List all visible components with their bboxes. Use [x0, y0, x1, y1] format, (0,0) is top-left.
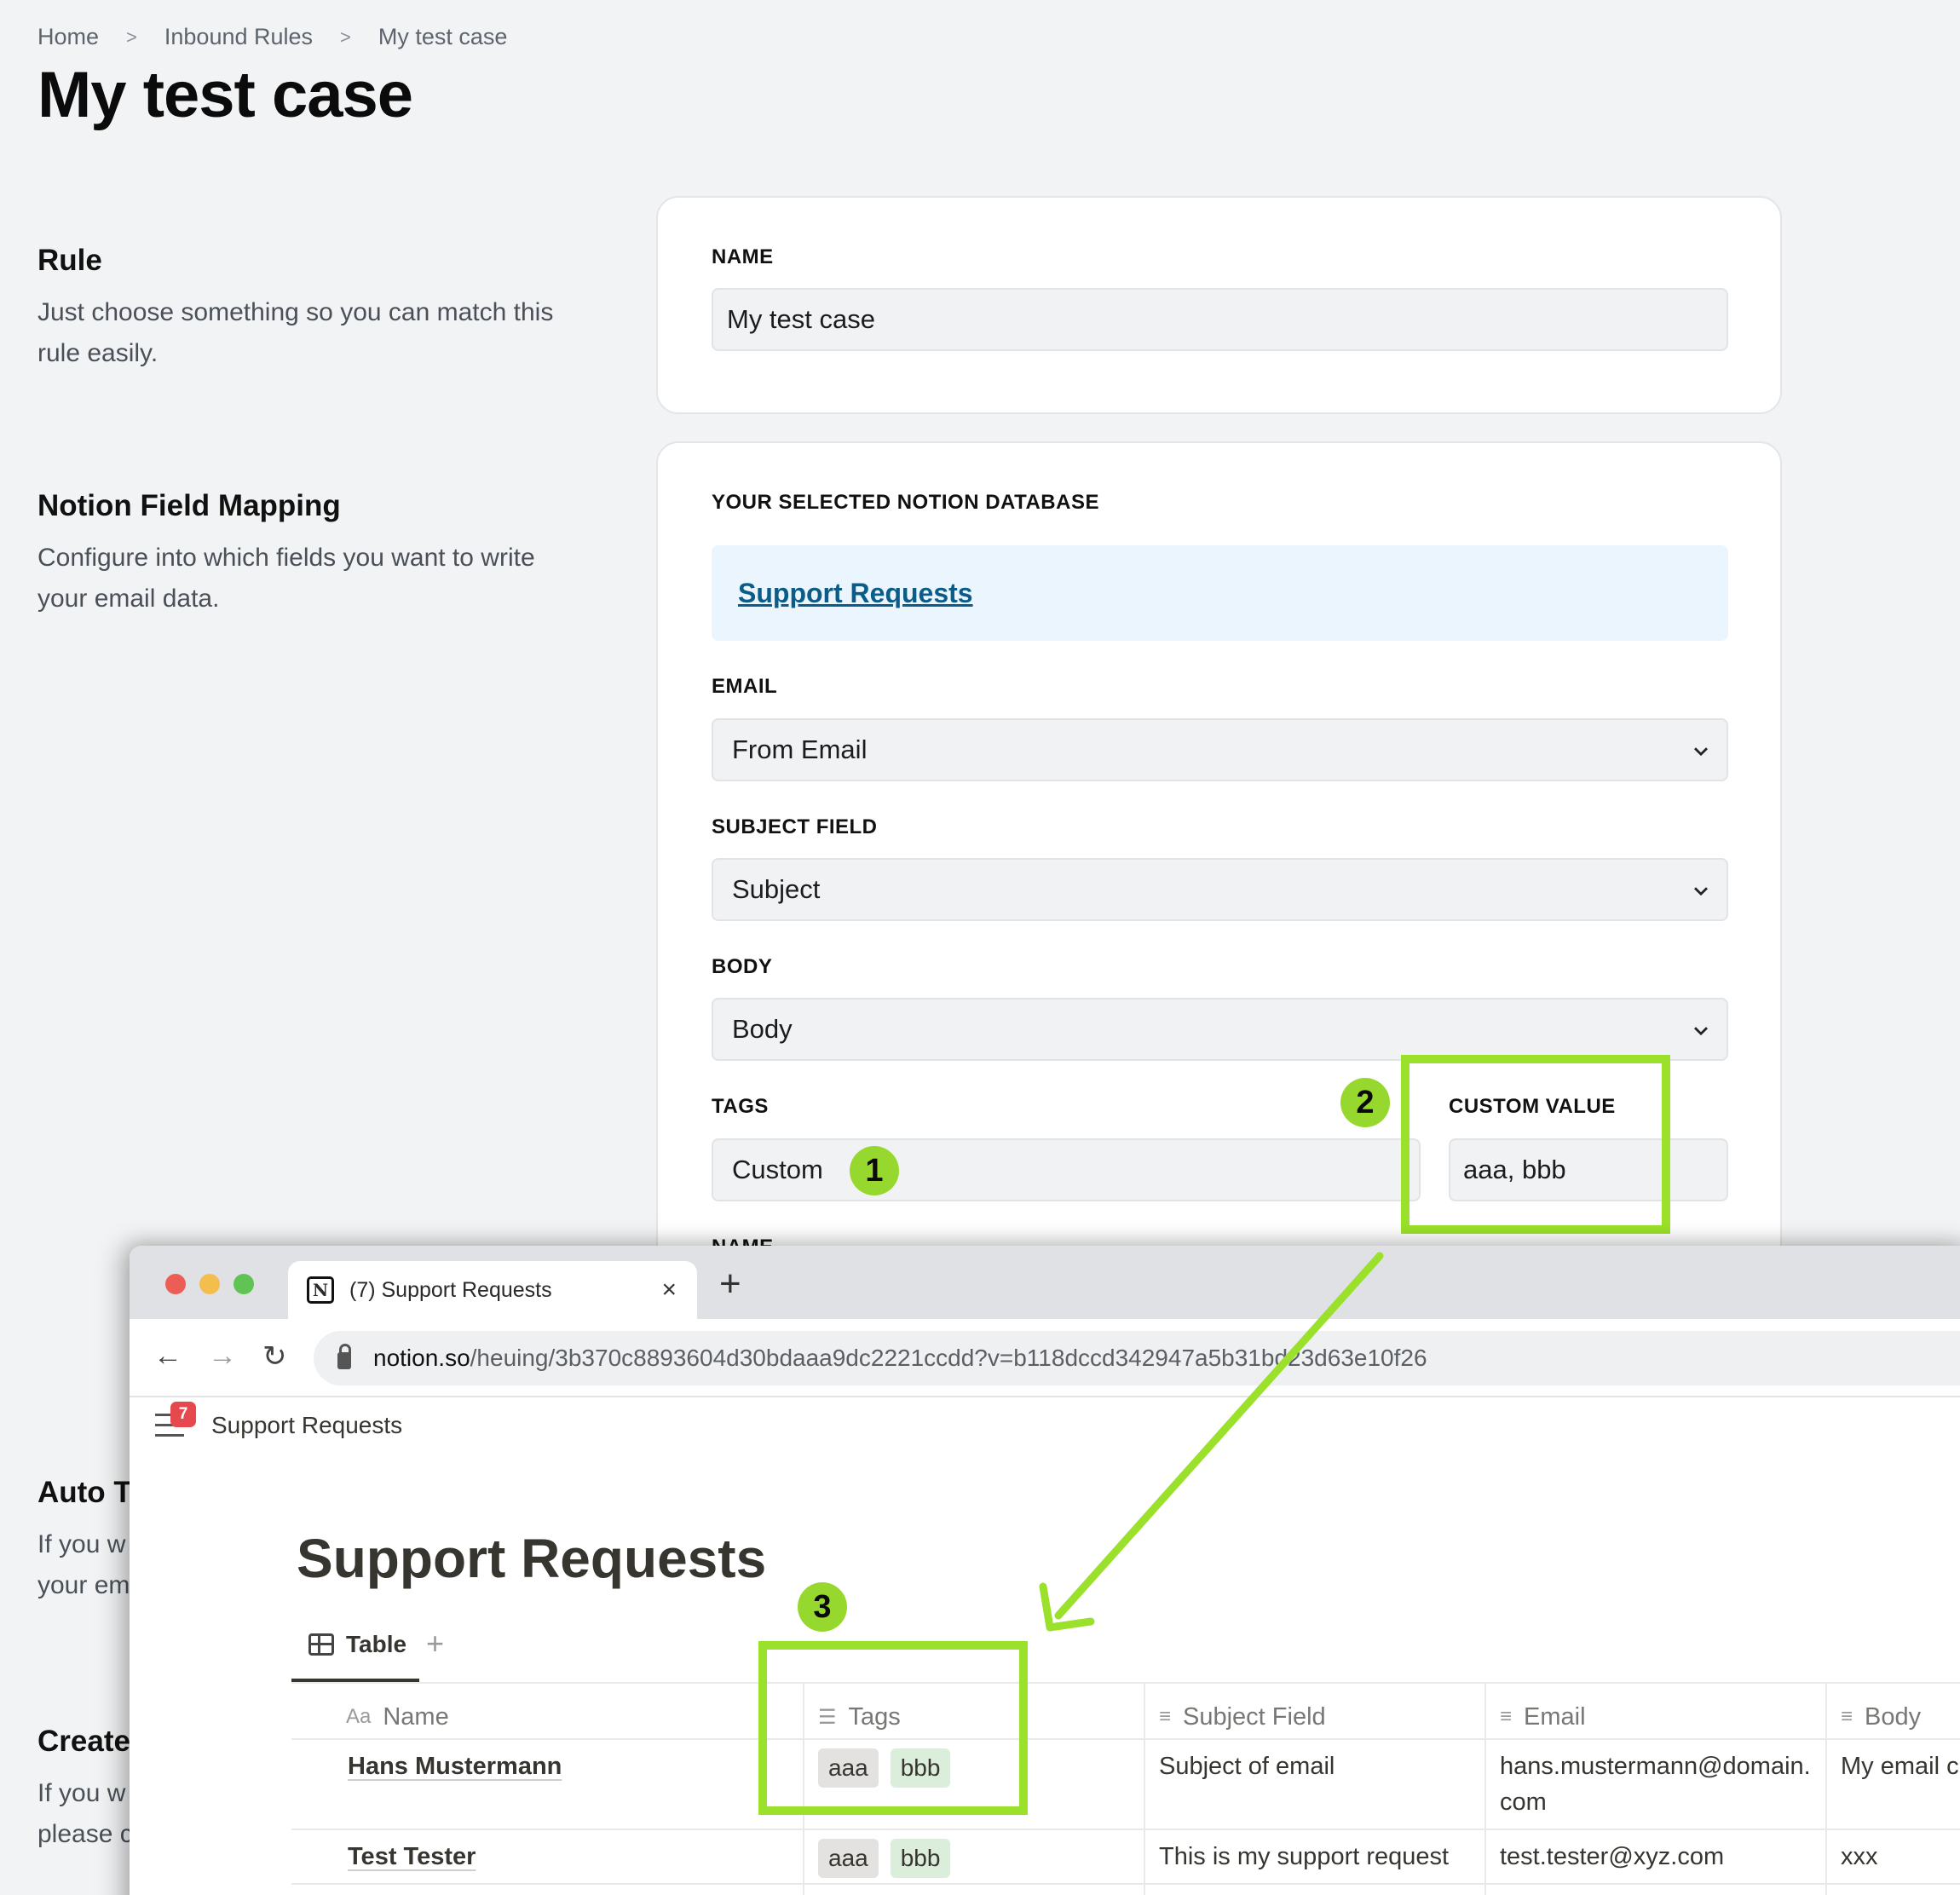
table-icon: [308, 1633, 334, 1656]
column-header-label: Subject Field: [1183, 1702, 1326, 1731]
lock-icon: [337, 1344, 351, 1369]
email-label: EMAIL: [712, 675, 778, 698]
browser-window: N (7) Support Requests × + ← → ↻ notion.…: [130, 1246, 1960, 1895]
name-label: NAME: [712, 245, 774, 268]
row-subject-cell[interactable]: Subject of email: [1159, 1748, 1335, 1784]
chevron-down-icon: [1694, 747, 1708, 757]
column-divider: [1144, 1684, 1145, 1895]
column-header-label: Name: [383, 1702, 449, 1731]
add-view-button[interactable]: +: [426, 1626, 444, 1662]
page-title: My test case: [37, 59, 413, 131]
row-divider: [291, 1883, 1960, 1885]
view-tab-table[interactable]: Table: [308, 1631, 406, 1658]
reload-icon[interactable]: ↻: [262, 1339, 287, 1374]
annotation-badge-2: 2: [1340, 1078, 1390, 1127]
email-select[interactable]: From Email: [712, 718, 1728, 781]
url-host: notion.so: [373, 1345, 470, 1371]
row-divider: [291, 1738, 1960, 1740]
browser-tab[interactable]: N (7) Support Requests ×: [288, 1261, 697, 1319]
column-header-email[interactable]: ≡ Email: [1500, 1696, 1586, 1738]
row-name-cell[interactable]: Test Tester: [348, 1839, 476, 1875]
text-lines-icon: ≡: [1159, 1705, 1172, 1728]
tags-label: TAGS: [712, 1095, 769, 1118]
auto-section-title: Auto T: [37, 1476, 132, 1509]
column-header-subject[interactable]: ≡ Subject Field: [1159, 1696, 1326, 1738]
notion-logo-icon: N: [307, 1276, 334, 1304]
rule-section-description: Just choose something so you can match t…: [37, 298, 554, 367]
column-header-label: Body: [1865, 1702, 1922, 1731]
body-select[interactable]: Body: [712, 998, 1728, 1061]
name-input[interactable]: My test case: [712, 288, 1728, 351]
tags-column-highlight: [758, 1641, 1028, 1815]
forward-icon[interactable]: →: [208, 1339, 237, 1373]
row-body-cell[interactable]: xxx: [1841, 1839, 1878, 1875]
column-divider: [1484, 1684, 1486, 1895]
column-header-body[interactable]: ≡ Body: [1841, 1696, 1921, 1738]
create-section-title: Create: [37, 1725, 130, 1758]
maximize-window-button[interactable]: [233, 1274, 254, 1294]
close-tab-icon[interactable]: ×: [661, 1276, 677, 1305]
chevron-right-icon: >: [126, 26, 137, 48]
browser-toolbar: ← → ↻ notion.so /heuing/3b370c8893604d30…: [130, 1319, 1960, 1397]
back-icon[interactable]: ←: [153, 1339, 182, 1373]
text-lines-icon: ≡: [1841, 1705, 1853, 1728]
chevron-right-icon: >: [340, 26, 351, 48]
annotation-badge-1: 1: [850, 1146, 899, 1195]
row-body-cell[interactable]: My email c: [1841, 1748, 1959, 1784]
custom-value-highlight: [1401, 1055, 1670, 1234]
annotation-badge-3: 3: [798, 1582, 847, 1632]
close-window-button[interactable]: [165, 1274, 186, 1294]
breadcrumb-current: My test case: [378, 24, 508, 49]
mapping-section-title: Notion Field Mapping: [37, 489, 341, 522]
row-divider: [291, 1829, 1960, 1830]
body-label: BODY: [712, 955, 773, 978]
chevron-down-icon: [1694, 887, 1708, 896]
text-property-icon: Aa: [346, 1705, 372, 1728]
minimize-window-button[interactable]: [199, 1274, 220, 1294]
mapping-section-description: Configure into which fields you want to …: [37, 544, 535, 613]
tag-chip: aaa: [818, 1839, 879, 1878]
table-divider: [291, 1682, 1960, 1684]
new-tab-button[interactable]: +: [719, 1263, 741, 1305]
db-label: YOUR SELECTED NOTION DATABASE: [712, 491, 1099, 514]
db-box: Support Requests: [712, 545, 1728, 641]
text-lines-icon: ≡: [1500, 1705, 1513, 1728]
tab-bar: N (7) Support Requests × +: [130, 1246, 1960, 1319]
row-email-cell-line1[interactable]: hans.mustermann@domain.: [1500, 1748, 1811, 1784]
row-subject-cell[interactable]: This is my support request: [1159, 1839, 1449, 1875]
tag-chip: bbb: [890, 1839, 951, 1878]
notion-page-title: Support Requests: [297, 1528, 767, 1589]
notion-topbar: 7 Support Requests: [155, 1402, 402, 1439]
view-tab-label: Table: [346, 1631, 407, 1657]
row-tags-cell[interactable]: aaa bbb: [818, 1839, 962, 1878]
body-select-value: Body: [732, 1014, 793, 1044]
chevron-down-icon: [1694, 1027, 1708, 1036]
tags-select-value: Custom: [732, 1155, 823, 1184]
url-path: /heuing/3b370c8893604d30bdaaa9dc2221ccdd…: [470, 1345, 1427, 1371]
breadcrumb: Home > Inbound Rules > My test case: [37, 24, 507, 50]
breadcrumb-inbound-rules[interactable]: Inbound Rules: [164, 24, 313, 50]
db-link[interactable]: Support Requests: [738, 578, 973, 609]
browser-tab-title: (7) Support Requests: [349, 1277, 552, 1302]
rule-card: NAME My test case: [656, 196, 1782, 414]
subject-label: SUBJECT FIELD: [712, 815, 878, 838]
row-email-cell-line2[interactable]: com: [1500, 1784, 1547, 1820]
column-header-label: Email: [1524, 1702, 1586, 1731]
notion-breadcrumb-title[interactable]: Support Requests: [211, 1412, 402, 1439]
column-divider: [1825, 1684, 1827, 1895]
sidebar-menu-icon[interactable]: 7: [155, 1402, 196, 1437]
rule-section-title: Rule: [37, 244, 102, 277]
subject-select[interactable]: Subject: [712, 858, 1728, 921]
notification-badge: 7: [170, 1402, 196, 1427]
tags-select[interactable]: Custom: [712, 1138, 1421, 1201]
breadcrumb-home[interactable]: Home: [37, 24, 99, 50]
address-bar[interactable]: notion.so /heuing/3b370c8893604d30bdaaa9…: [314, 1331, 1960, 1385]
email-select-value: From Email: [732, 734, 868, 764]
row-email-cell-line1[interactable]: test.tester@xyz.com: [1500, 1839, 1724, 1875]
column-header-name[interactable]: Aa Name: [346, 1696, 449, 1738]
row-name-cell[interactable]: Hans Mustermann: [348, 1748, 562, 1784]
subject-select-value: Subject: [732, 874, 821, 904]
